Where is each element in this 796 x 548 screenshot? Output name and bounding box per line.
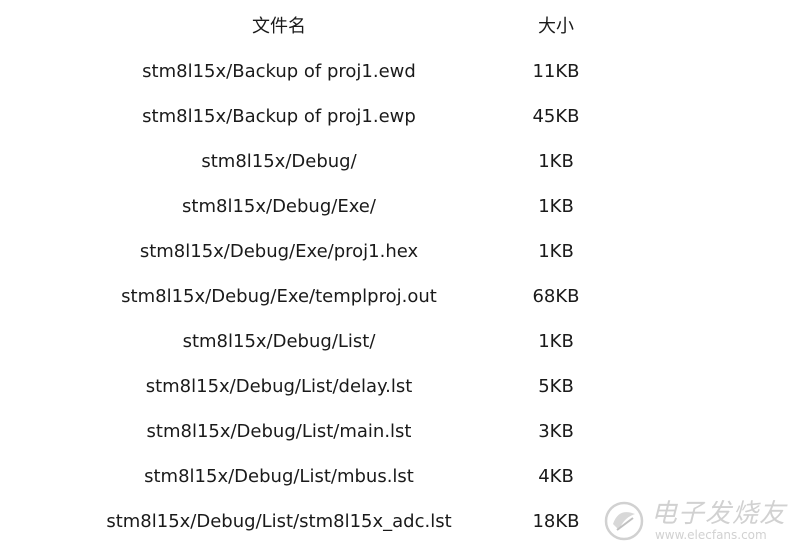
file-size-cell: 1KB [538,331,574,352]
file-size-cell: 5KB [538,376,574,397]
table-row: stm8l15x/Debug/ 1KB [0,139,796,184]
table-row: stm8l15x/Debug/Exe/templproj.out 68KB [0,274,796,319]
file-size-cell: 4KB [538,466,574,487]
watermark-en: www.elecfans.com [654,528,767,542]
table-row: stm8l15x/Debug/List/mbus.lst 4KB [0,454,796,499]
watermark-text: 电子发烧友 www.elecfans.com [651,501,786,541]
table-header-row: 文件名 大小 [0,4,796,49]
table-row: stm8l15x/Backup of proj1.ewp 45KB [0,94,796,139]
watermark-cn: 电子发烧友 [650,499,786,529]
file-size-cell: 11KB [532,61,580,82]
table-row: stm8l15x/Debug/List/delay.lst 5KB [0,364,796,409]
file-size-cell: 3KB [538,421,574,442]
table-row: stm8l15x/Debug/List/main.lst 3KB [0,409,796,454]
file-size-cell: 1KB [538,196,574,217]
file-size-cell: 1KB [538,151,574,172]
table-row: stm8l15x/Debug/Exe/ 1KB [0,184,796,229]
header-size: 大小 [538,16,574,37]
file-table: 文件名 大小 stm8l15x/Backup of proj1.ewd 11KB… [0,4,796,544]
table-row: stm8l15x/Debug/Exe/proj1.hex 1KB [0,229,796,274]
table-row: stm8l15x/Debug/List/ 1KB [0,319,796,364]
file-size-cell: 45KB [532,106,580,127]
file-size-cell: 68KB [532,286,580,307]
file-size-cell: 1KB [538,241,574,262]
elecfans-logo-icon [604,501,644,541]
table-row: stm8l15x/Backup of proj1.ewd 11KB [0,49,796,94]
watermark: 电子发烧友 www.elecfans.com [603,500,786,542]
